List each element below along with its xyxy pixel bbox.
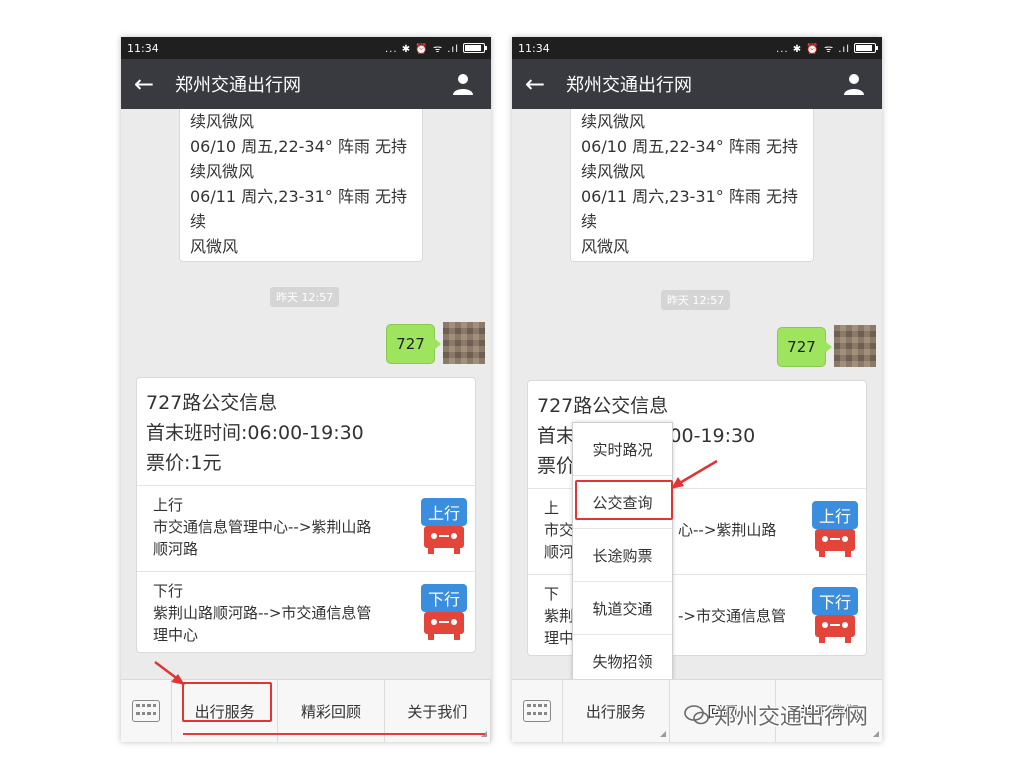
annotation-arrow xyxy=(671,459,718,489)
keyboard-icon[interactable] xyxy=(512,680,563,742)
corner-triangle-icon xyxy=(659,731,666,737)
phone-screen-right: 11:34 ... ✱ ⏰ ᯤ .ıl ← 郑州交通出行网 续风微风 06/10… xyxy=(512,37,882,742)
corner-triangle-icon xyxy=(873,731,880,737)
menu-tab-label: 出行服务 xyxy=(585,702,646,721)
phone-screen-left: 11:34 ... ✱ ⏰ ᯤ .ıl ← 郑州交通出行网 续风微风 06/10… xyxy=(121,37,491,742)
watermark: 郑州交通出行网 xyxy=(684,699,868,731)
wechat-logo-icon xyxy=(684,705,709,725)
watermark-text: 郑州交通出行网 xyxy=(714,705,869,730)
annotation-arrow xyxy=(154,661,185,685)
menu-tab-travel-service[interactable]: 出行服务 xyxy=(563,680,670,742)
